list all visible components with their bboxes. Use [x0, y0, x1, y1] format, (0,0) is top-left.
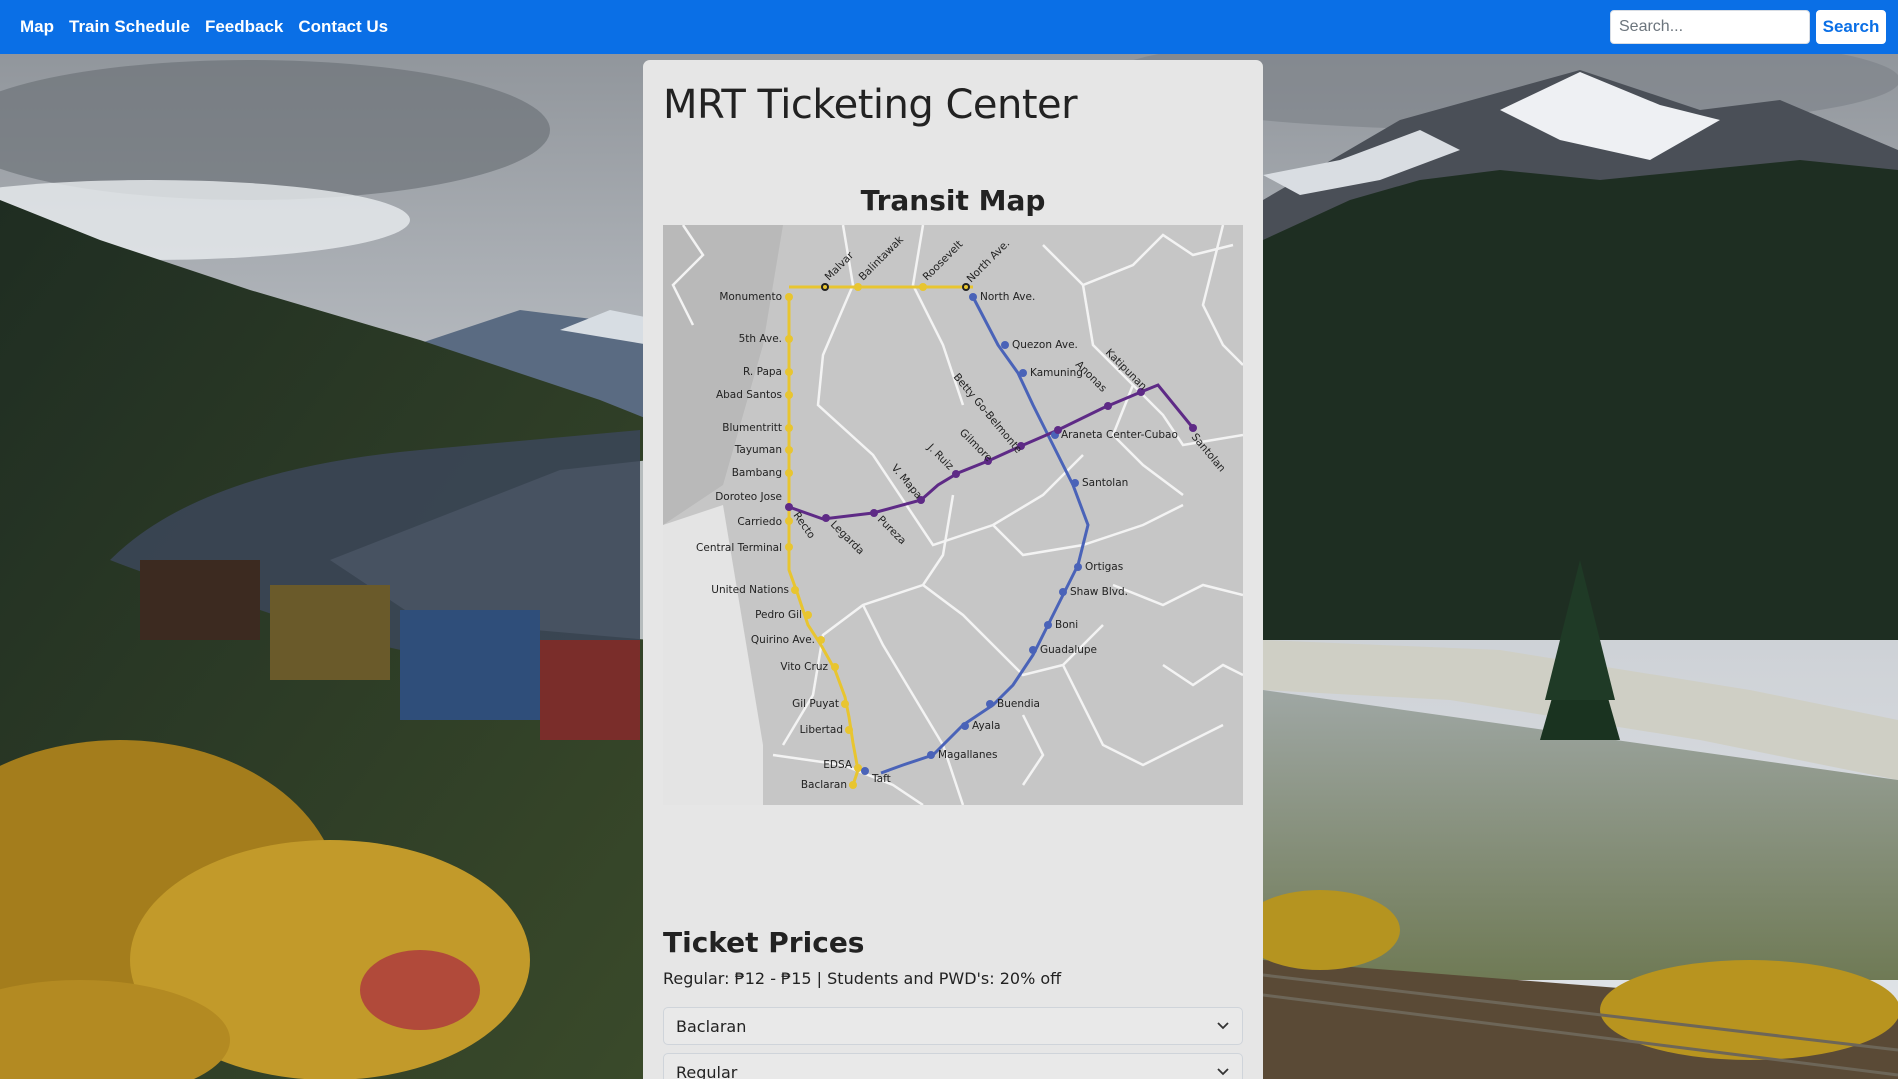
main-panel: MRT Ticketing Center Transit Map Monumen… — [643, 60, 1263, 1079]
svg-text:Santolan: Santolan — [1082, 477, 1128, 489]
transit-map: Monumento 5th Ave. R. Papa Abad Santos B… — [663, 225, 1243, 805]
ticket-prices-title: Ticket Prices — [663, 926, 865, 959]
svg-text:Blumentritt: Blumentritt — [722, 422, 782, 434]
svg-text:Bambang: Bambang — [732, 467, 782, 479]
search-form: Search — [1610, 10, 1886, 44]
svg-text:Vito Cruz: Vito Cruz — [780, 661, 828, 673]
svg-text:Carriedo: Carriedo — [737, 516, 782, 528]
svg-text:Libertad: Libertad — [800, 724, 843, 736]
svg-text:Magallanes: Magallanes — [938, 749, 997, 761]
station-select[interactable]: Baclaran — [663, 1007, 1243, 1045]
svg-text:EDSA: EDSA — [823, 759, 853, 771]
ticket-type-select[interactable]: Regular — [663, 1053, 1243, 1079]
nav-link-feedback[interactable]: Feedback — [205, 17, 283, 37]
svg-text:R. Papa: R. Papa — [743, 366, 782, 378]
svg-text:Taft: Taft — [871, 773, 891, 785]
nav-link-contact-us[interactable]: Contact Us — [298, 17, 388, 37]
chevron-down-icon — [1217, 1068, 1229, 1076]
svg-text:Pedro Gil: Pedro Gil — [755, 609, 802, 621]
svg-text:Abad Santos: Abad Santos — [716, 389, 782, 401]
station-select-value: Baclaran — [676, 1016, 747, 1036]
transit-map-graphic: Monumento 5th Ave. R. Papa Abad Santos B… — [663, 225, 1243, 805]
svg-text:North Ave.: North Ave. — [980, 291, 1035, 303]
svg-text:Ortigas: Ortigas — [1085, 561, 1123, 573]
nav-links: Map Train Schedule Feedback Contact Us — [20, 17, 403, 37]
page-title: MRT Ticketing Center — [663, 82, 1078, 128]
search-input[interactable] — [1610, 10, 1810, 44]
ticket-type-select-value: Regular — [676, 1062, 738, 1079]
svg-text:Central Terminal: Central Terminal — [696, 542, 782, 554]
map-title: Transit Map — [860, 184, 1046, 217]
nav-link-train-schedule[interactable]: Train Schedule — [69, 17, 190, 37]
svg-text:Boni: Boni — [1055, 619, 1078, 631]
svg-text:Guadalupe: Guadalupe — [1040, 644, 1097, 656]
svg-text:United Nations: United Nations — [711, 584, 789, 596]
svg-text:Monumento: Monumento — [719, 291, 782, 303]
svg-text:5th Ave.: 5th Ave. — [739, 333, 782, 345]
svg-text:Araneta Center-Cubao: Araneta Center-Cubao — [1061, 429, 1178, 441]
search-button[interactable]: Search — [1816, 10, 1886, 44]
svg-text:Tayuman: Tayuman — [734, 444, 782, 456]
svg-text:Gil Puyat: Gil Puyat — [792, 698, 839, 710]
ticket-prices-text: Regular: ₱12 - ₱15 | Students and PWD's:… — [663, 969, 1062, 988]
nav-link-map[interactable]: Map — [20, 17, 54, 37]
svg-text:Ayala: Ayala — [972, 720, 1000, 732]
chevron-down-icon — [1217, 1022, 1229, 1030]
svg-text:Quirino Ave.: Quirino Ave. — [751, 634, 815, 646]
svg-text:Shaw Blvd.: Shaw Blvd. — [1070, 586, 1128, 598]
svg-text:Doroteo Jose: Doroteo Jose — [715, 491, 782, 503]
svg-text:Baclaran: Baclaran — [801, 779, 847, 791]
svg-text:Buendia: Buendia — [997, 698, 1040, 710]
svg-text:Quezon Ave.: Quezon Ave. — [1012, 339, 1078, 351]
top-navbar: Map Train Schedule Feedback Contact Us S… — [0, 0, 1898, 54]
